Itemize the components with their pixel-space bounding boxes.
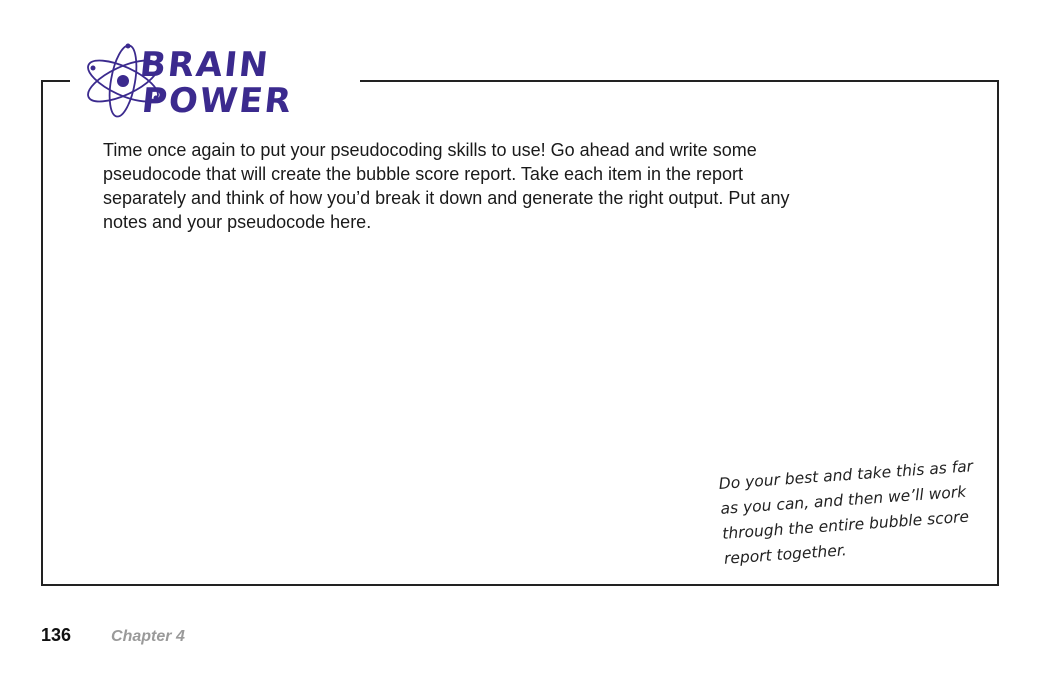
page-footer: 136 Chapter 4 bbox=[41, 625, 185, 646]
logo-brain-text: BRAIN bbox=[137, 45, 272, 85]
page-number: 136 bbox=[41, 625, 72, 645]
handwritten-note: Do your best and take this as far as you… bbox=[718, 452, 1014, 572]
instruction-line: notes and your pseudocode here. bbox=[103, 212, 372, 232]
instruction-line: separately and think of how you’d break … bbox=[103, 188, 790, 208]
chapter-label: Chapter 4 bbox=[111, 628, 185, 645]
brain-power-logo: BRAIN POWER bbox=[78, 40, 358, 122]
instruction-line: pseudocode that will create the bubble s… bbox=[103, 164, 744, 184]
logo-power-text: POWER bbox=[139, 81, 295, 121]
instruction-line: Time once again to put your pseudocoding… bbox=[103, 140, 757, 160]
exercise-instructions: Time once again to put your pseudocoding… bbox=[103, 138, 883, 234]
